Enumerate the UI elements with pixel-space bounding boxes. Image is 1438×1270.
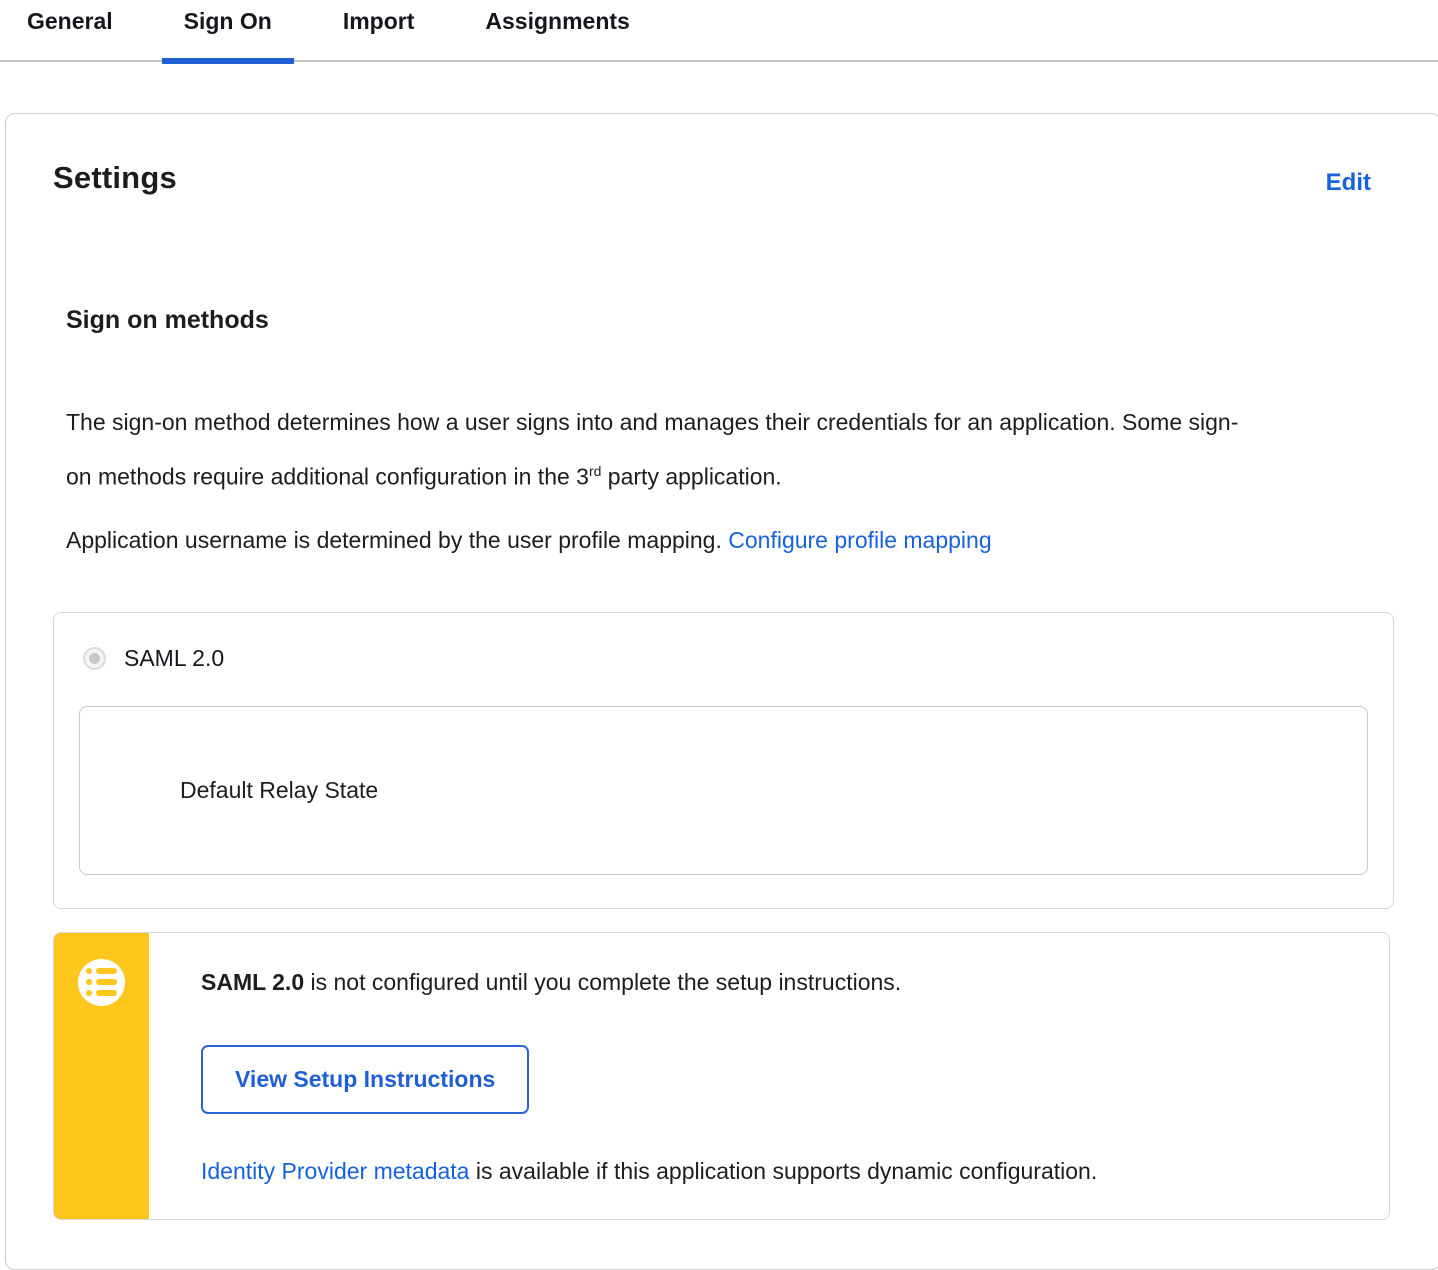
tab-assignments[interactable]: Assignments xyxy=(463,0,651,60)
tab-sign-on[interactable]: Sign On xyxy=(161,0,295,64)
identity-provider-metadata-link[interactable]: Identity Provider metadata xyxy=(201,1158,469,1184)
description-superscript: rd xyxy=(588,463,602,479)
view-setup-instructions-button[interactable]: View Setup Instructions xyxy=(201,1044,530,1114)
saml-radio-button[interactable] xyxy=(83,646,106,670)
configure-profile-mapping-link[interactable]: Configure profile mapping xyxy=(728,527,991,553)
saml-radio-label: SAML 2.0 xyxy=(124,644,225,671)
tab-general[interactable]: General xyxy=(5,0,135,60)
tab-import[interactable]: Import xyxy=(321,0,437,60)
callout-message-bold: SAML 2.0 xyxy=(201,968,305,995)
settings-card: Settings Edit Sign on methods The sign-o… xyxy=(5,113,1438,1270)
metadata-line: Identity Provider metadata is available … xyxy=(201,1156,1349,1186)
callout-warning-strip xyxy=(54,932,149,1219)
page-title: Settings xyxy=(53,160,177,195)
callout-message-rest: is not configured until you complete the… xyxy=(304,968,902,995)
callout-message: SAML 2.0 is not configured until you com… xyxy=(201,967,1349,997)
description-text-tail: party application. xyxy=(601,463,782,490)
username-mapping-line: Application username is determined by th… xyxy=(66,525,1395,555)
sign-on-methods-description: The sign-on method determines how a user… xyxy=(66,398,1241,502)
saml-not-configured-callout: SAML 2.0 is not configured until you com… xyxy=(53,931,1390,1220)
edit-link[interactable]: Edit xyxy=(1326,169,1371,197)
default-relay-state-label: Default Relay State xyxy=(180,776,379,803)
username-mapping-text: Application username is determined by th… xyxy=(66,526,729,553)
setup-instructions-list-icon xyxy=(78,958,125,1006)
saml-radio-dot xyxy=(89,652,100,664)
saml-radio-row[interactable]: SAML 2.0 xyxy=(79,645,1368,672)
sign-on-methods-heading: Sign on methods xyxy=(66,306,269,334)
callout-body: SAML 2.0 is not configured until you com… xyxy=(149,933,1389,1219)
saml-method-box: SAML 2.0 Default Relay State xyxy=(53,611,1394,909)
default-relay-state-panel: Default Relay State xyxy=(79,705,1368,875)
settings-card-header: Settings Edit xyxy=(53,160,1395,197)
metadata-line-rest: is available if this application support… xyxy=(469,1157,1098,1184)
app-tab-bar: General Sign On Import Assignments xyxy=(0,0,1438,64)
